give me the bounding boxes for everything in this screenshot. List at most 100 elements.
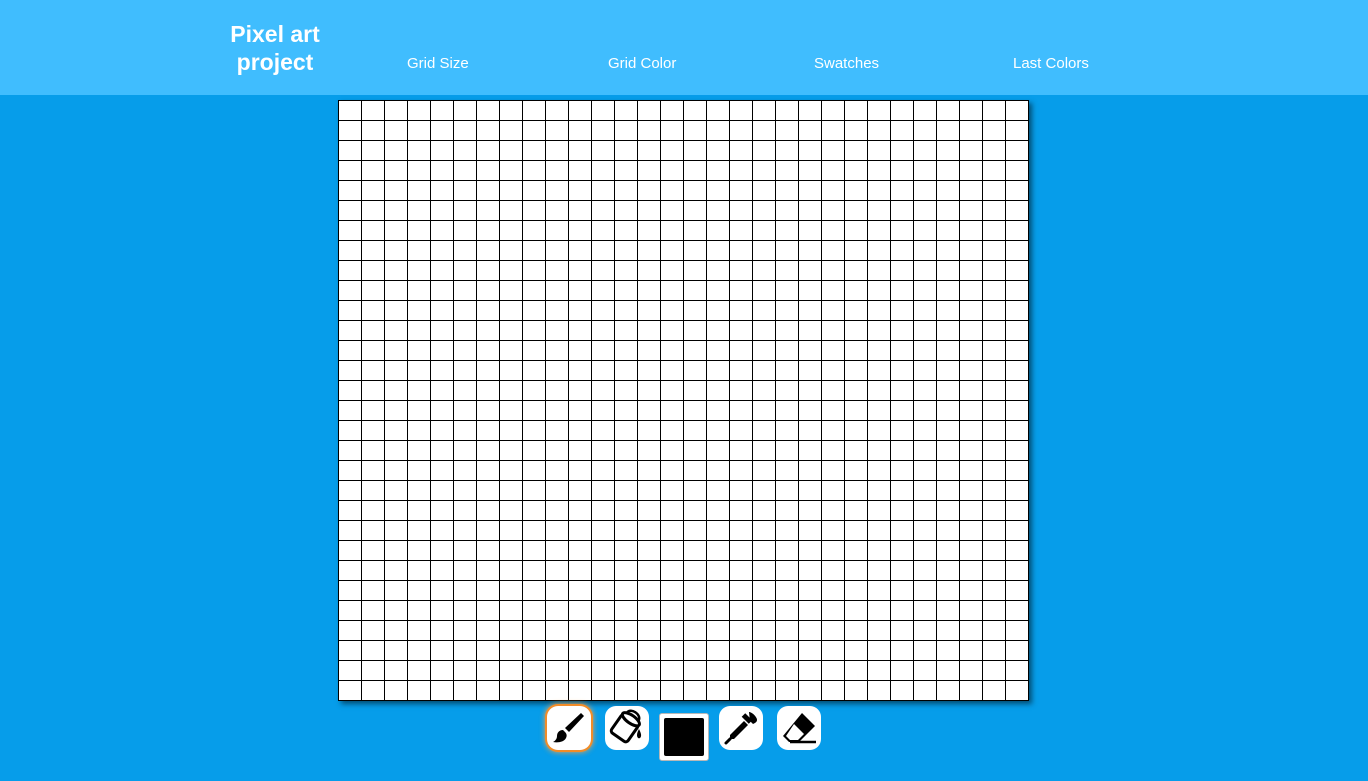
- grid-cell[interactable]: [684, 661, 707, 681]
- nav-last-colors[interactable]: Last Colors: [1013, 55, 1089, 73]
- grid-cell[interactable]: [546, 161, 569, 181]
- grid-cell[interactable]: [500, 381, 523, 401]
- grid-cell[interactable]: [500, 201, 523, 221]
- grid-cell[interactable]: [661, 361, 684, 381]
- grid-cell[interactable]: [615, 361, 638, 381]
- grid-cell[interactable]: [477, 601, 500, 621]
- grid-cell[interactable]: [408, 161, 431, 181]
- grid-cell[interactable]: [339, 421, 362, 441]
- grid-cell[interactable]: [523, 281, 546, 301]
- grid-cell[interactable]: [937, 301, 960, 321]
- grid-cell[interactable]: [914, 221, 937, 241]
- grid-cell[interactable]: [891, 161, 914, 181]
- grid-cell[interactable]: [799, 261, 822, 281]
- grid-cell[interactable]: [776, 201, 799, 221]
- grid-cell[interactable]: [661, 681, 684, 701]
- grid-cell[interactable]: [569, 241, 592, 261]
- grid-cell[interactable]: [845, 341, 868, 361]
- grid-cell[interactable]: [661, 281, 684, 301]
- grid-cell[interactable]: [730, 681, 753, 701]
- grid-cell[interactable]: [385, 501, 408, 521]
- grid-cell[interactable]: [362, 361, 385, 381]
- grid-cell[interactable]: [638, 101, 661, 121]
- grid-cell[interactable]: [707, 541, 730, 561]
- grid-cell[interactable]: [937, 641, 960, 661]
- fill-tool-button[interactable]: [605, 706, 649, 750]
- grid-cell[interactable]: [592, 201, 615, 221]
- grid-cell[interactable]: [799, 401, 822, 421]
- grid-cell[interactable]: [477, 161, 500, 181]
- grid-cell[interactable]: [799, 141, 822, 161]
- grid-cell[interactable]: [431, 101, 454, 121]
- grid-cell[interactable]: [477, 541, 500, 561]
- grid-cell[interactable]: [477, 421, 500, 441]
- grid-cell[interactable]: [638, 461, 661, 481]
- grid-cell[interactable]: [960, 561, 983, 581]
- grid-cell[interactable]: [500, 541, 523, 561]
- grid-cell[interactable]: [730, 141, 753, 161]
- grid-cell[interactable]: [638, 521, 661, 541]
- grid-cell[interactable]: [339, 381, 362, 401]
- grid-cell[interactable]: [960, 641, 983, 661]
- grid-cell[interactable]: [615, 501, 638, 521]
- grid-cell[interactable]: [385, 301, 408, 321]
- grid-cell[interactable]: [822, 521, 845, 541]
- grid-cell[interactable]: [845, 201, 868, 221]
- grid-cell[interactable]: [339, 541, 362, 561]
- nav-swatches[interactable]: Swatches: [814, 55, 879, 73]
- grid-cell[interactable]: [776, 221, 799, 241]
- grid-cell[interactable]: [684, 581, 707, 601]
- grid-cell[interactable]: [592, 301, 615, 321]
- grid-cell[interactable]: [684, 501, 707, 521]
- grid-cell[interactable]: [339, 101, 362, 121]
- grid-cell[interactable]: [592, 401, 615, 421]
- grid-cell[interactable]: [960, 461, 983, 481]
- grid-cell[interactable]: [684, 281, 707, 301]
- grid-cell[interactable]: [431, 541, 454, 561]
- grid-cell[interactable]: [454, 161, 477, 181]
- grid-cell[interactable]: [431, 641, 454, 661]
- grid-cell[interactable]: [983, 161, 1006, 181]
- grid-cell[interactable]: [385, 441, 408, 461]
- grid-cell[interactable]: [891, 221, 914, 241]
- grid-cell[interactable]: [684, 641, 707, 661]
- grid-cell[interactable]: [983, 541, 1006, 561]
- grid-cell[interactable]: [546, 381, 569, 401]
- grid-cell[interactable]: [868, 101, 891, 121]
- grid-cell[interactable]: [845, 501, 868, 521]
- grid-cell[interactable]: [937, 661, 960, 681]
- grid-cell[interactable]: [845, 261, 868, 281]
- grid-cell[interactable]: [454, 501, 477, 521]
- grid-cell[interactable]: [1006, 321, 1029, 341]
- grid-cell[interactable]: [707, 681, 730, 701]
- grid-cell[interactable]: [615, 621, 638, 641]
- grid-cell[interactable]: [730, 601, 753, 621]
- grid-cell[interactable]: [362, 541, 385, 561]
- grid-cell[interactable]: [983, 221, 1006, 241]
- grid-cell[interactable]: [431, 121, 454, 141]
- grid-cell[interactable]: [1006, 521, 1029, 541]
- grid-cell[interactable]: [569, 281, 592, 301]
- grid-cell[interactable]: [707, 101, 730, 121]
- grid-cell[interactable]: [569, 201, 592, 221]
- grid-cell[interactable]: [937, 101, 960, 121]
- grid-cell[interactable]: [454, 601, 477, 621]
- grid-cell[interactable]: [546, 121, 569, 141]
- grid-cell[interactable]: [983, 661, 1006, 681]
- grid-cell[interactable]: [776, 401, 799, 421]
- grid-cell[interactable]: [661, 401, 684, 421]
- grid-cell[interactable]: [546, 221, 569, 241]
- grid-cell[interactable]: [638, 681, 661, 701]
- grid-cell[interactable]: [615, 461, 638, 481]
- grid-cell[interactable]: [1006, 401, 1029, 421]
- grid-cell[interactable]: [615, 301, 638, 321]
- grid-cell[interactable]: [891, 461, 914, 481]
- grid-cell[interactable]: [362, 461, 385, 481]
- grid-cell[interactable]: [845, 241, 868, 261]
- grid-cell[interactable]: [339, 221, 362, 241]
- grid-cell[interactable]: [914, 601, 937, 621]
- grid-cell[interactable]: [983, 101, 1006, 121]
- grid-cell[interactable]: [661, 581, 684, 601]
- grid-cell[interactable]: [477, 221, 500, 241]
- grid-cell[interactable]: [730, 661, 753, 681]
